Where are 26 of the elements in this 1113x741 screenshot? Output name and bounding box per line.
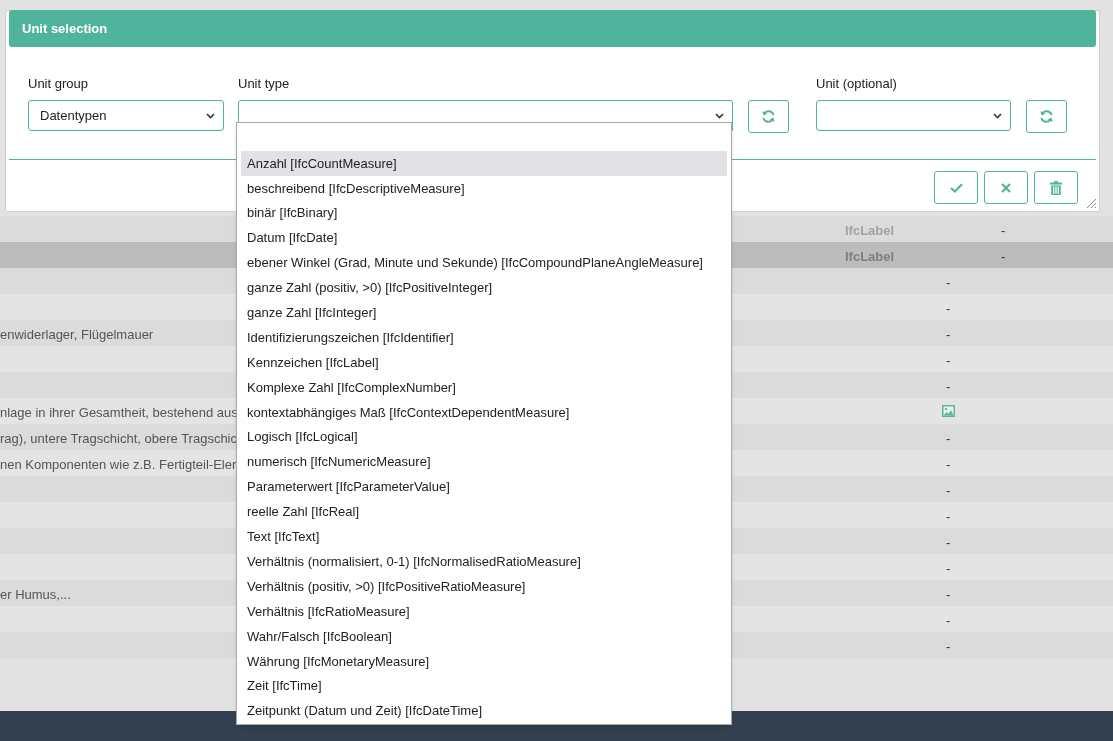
table-cell-text: - [946,352,951,370]
table-cell-text: - [946,638,951,656]
table-cell-text: IfcLabel [845,248,895,266]
table-cell-text: - [946,508,951,526]
table-cell-text: - [946,300,951,318]
table-cell-text: er Humus,... [0,586,71,604]
table-cell-text: nen Komponenten wie z.B. Fertigteil-Eler [0,456,237,474]
table-cell-text: - [946,378,951,396]
field-label: Unit (optional) [816,74,898,93]
table-cell-text: enwiderlager, Flügelmauer [0,326,154,344]
table-cell-text: - [946,482,951,500]
table-cell-text: - [946,586,951,604]
table-cell-text: - [946,534,951,552]
table-cell-text: - [946,456,951,474]
dialog-title-bar: Unit selection [9,10,1096,47]
table-cell-text: - [946,274,951,292]
field-label: Unit type [238,74,291,93]
table-cell-text: - [946,612,951,630]
field-label: Unit group [28,74,89,93]
table-cell-text: rag), untere Tragschicht, obere Tragschic [0,430,237,448]
table-cell-text: - [1001,222,1006,240]
table-cell-text: - [946,430,951,448]
table-cell-text: - [946,560,951,578]
table-cell-text: IfcLabel [845,222,895,240]
table-cell-text: - [1001,248,1006,266]
table-cell-text: - [946,326,951,344]
